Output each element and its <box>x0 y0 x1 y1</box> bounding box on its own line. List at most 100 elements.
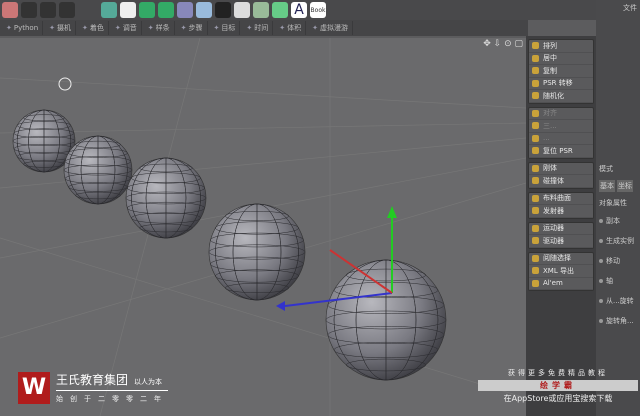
mograph-item[interactable]: PSR 转移 <box>529 78 593 90</box>
property-label: 移动 <box>606 257 620 265</box>
menu-group: 阅随选择 XML 导出 Al'em <box>528 251 594 291</box>
menu-icon: ✦ <box>279 24 286 32</box>
mograph-item[interactable]: 三... <box>529 120 593 133</box>
keyframe-dot-icon <box>599 259 603 263</box>
watermark-logo: W 王氏教育集团 以人为本 始创于二零零二年 <box>18 371 168 404</box>
book-icon[interactable]: Book <box>310 2 326 18</box>
mograph-item[interactable]: 复制 <box>529 65 593 78</box>
sphere[interactable] <box>125 157 207 239</box>
tool-icon <box>532 177 539 185</box>
object-props-heading: 对象属性 <box>599 199 627 207</box>
text-icon[interactable] <box>272 2 288 18</box>
mograph-item[interactable]: 复位 PSR <box>529 145 593 158</box>
menu-icon: ✦ <box>6 24 12 32</box>
mograph-item[interactable]: ... <box>529 133 593 145</box>
menu-6[interactable]: ✦ 目标 <box>210 21 241 35</box>
mograph-item[interactable]: 布料曲面 <box>529 193 593 205</box>
menu-icon: ✦ <box>246 24 253 32</box>
mograph-item[interactable]: 发射器 <box>529 205 593 218</box>
generator-icon[interactable] <box>139 2 155 18</box>
tool-icon <box>532 279 539 287</box>
text-a-icon[interactable]: A <box>291 2 307 18</box>
mograph-item[interactable]: 对齐 <box>529 108 593 120</box>
item-label: 复制 <box>543 66 557 75</box>
tab-coord[interactable]: 坐标 <box>617 180 633 192</box>
property-row[interactable]: 旋转角... <box>596 311 640 331</box>
menu-0[interactable]: ✦ Python <box>2 21 44 35</box>
spline-icon[interactable] <box>120 2 136 18</box>
menu-7[interactable]: ✦ 时间 <box>242 21 274 35</box>
menu-group: 刚体 碰撞体 <box>528 161 594 189</box>
file-menu[interactable]: 文件 <box>596 0 640 16</box>
menu-icon: ✦ <box>114 24 121 32</box>
tool-icon <box>532 109 539 117</box>
item-label: PSR 转移 <box>543 79 573 88</box>
menu-icon: ✦ <box>312 24 319 32</box>
menu-label: 调音 <box>122 24 137 32</box>
tool-icon <box>532 54 539 62</box>
mograph-item[interactable]: 碰撞体 <box>529 175 593 188</box>
mograph-item[interactable]: XML 导出 <box>529 265 593 278</box>
mograph-item[interactable]: Al'em <box>529 278 593 290</box>
deformer-icon[interactable] <box>177 2 193 18</box>
menu-8[interactable]: ✦ 体积 <box>275 21 307 35</box>
menu-9[interactable]: ✦ 虚拟漫游 <box>308 21 354 35</box>
clapper-icon[interactable] <box>21 2 37 18</box>
cursor-circle <box>58 77 72 91</box>
clapper-icon[interactable] <box>40 2 56 18</box>
menu-label: Python <box>13 24 39 32</box>
menu-group: 布料曲面发射器 <box>528 191 594 219</box>
menu-group: 对齐 三...... 复位 PSR <box>528 106 594 159</box>
tool-icon <box>532 42 539 50</box>
property-row[interactable]: 轴 <box>596 271 640 291</box>
mograph-item[interactable]: 运动器 <box>529 223 593 235</box>
floor-icon[interactable] <box>196 2 212 18</box>
property-row[interactable]: 生成实例 <box>596 231 640 251</box>
menu-1[interactable]: ✦ 摄机 <box>45 21 77 35</box>
promo-watermark: 获得更多免费精品教程 绘学霸 在AppStore或应用宝搜索下载 <box>478 368 638 404</box>
clapper-icon[interactable] <box>59 2 75 18</box>
item-label: 居中 <box>543 54 557 63</box>
item-label: 驱动器 <box>543 236 564 245</box>
cloner-icon[interactable] <box>158 2 174 18</box>
mograph-item[interactable]: 居中 <box>529 53 593 65</box>
menu-3[interactable]: ✦ 调音 <box>111 21 142 35</box>
sphere[interactable] <box>208 203 306 301</box>
keyframe-dot-icon <box>599 299 603 303</box>
item-label: 布料曲面 <box>543 194 571 203</box>
spheres <box>12 109 447 381</box>
mograph-item[interactable]: 排列 <box>529 40 593 53</box>
menu-4[interactable]: ✦ 样条 <box>144 21 175 35</box>
tag-icon[interactable] <box>253 2 269 18</box>
light-icon[interactable] <box>234 2 250 18</box>
tool-icon <box>532 207 539 215</box>
mograph-item[interactable]: 驱动器 <box>529 235 593 248</box>
mograph-item[interactable]: 阅随选择 <box>529 253 593 265</box>
sphere[interactable] <box>63 135 133 205</box>
tool-icon <box>532 194 539 202</box>
menu-label: 时间 <box>254 24 269 32</box>
property-row[interactable]: 副本 <box>596 211 640 231</box>
menu-group: 排列居中复制 PSR 转移随机化 <box>528 39 594 104</box>
item-label: 排列 <box>543 41 557 50</box>
menu-icon: ✦ <box>49 24 56 32</box>
menu-icon: ✦ <box>213 24 220 32</box>
mograph-item[interactable]: 随机化 <box>529 90 593 103</box>
cube-icon[interactable] <box>2 2 18 18</box>
tab-basic[interactable]: 基本 <box>599 180 615 192</box>
tool-icon <box>532 92 539 100</box>
property-row[interactable]: 移动 <box>596 251 640 271</box>
viewport[interactable]: ✥ ⇩ ⊙ ▢ <box>0 38 526 416</box>
tool-icon <box>532 67 539 75</box>
sphere-icon[interactable] <box>101 2 117 18</box>
sphere[interactable] <box>325 259 447 381</box>
mograph-item[interactable]: 刚体 <box>529 163 593 175</box>
menu-5[interactable]: ✦ 步骤 <box>177 21 208 35</box>
camera-icon[interactable] <box>215 2 231 18</box>
mode-menu[interactable]: 模式 <box>596 161 640 177</box>
tool-icon <box>532 147 539 155</box>
property-row[interactable]: 从...旋转 <box>596 291 640 311</box>
menu-2[interactable]: ✦ 着色 <box>78 21 109 35</box>
viewport-nav-icons[interactable]: ✥ ⇩ ⊙ ▢ <box>480 38 526 50</box>
item-label: XML 导出 <box>543 266 574 275</box>
